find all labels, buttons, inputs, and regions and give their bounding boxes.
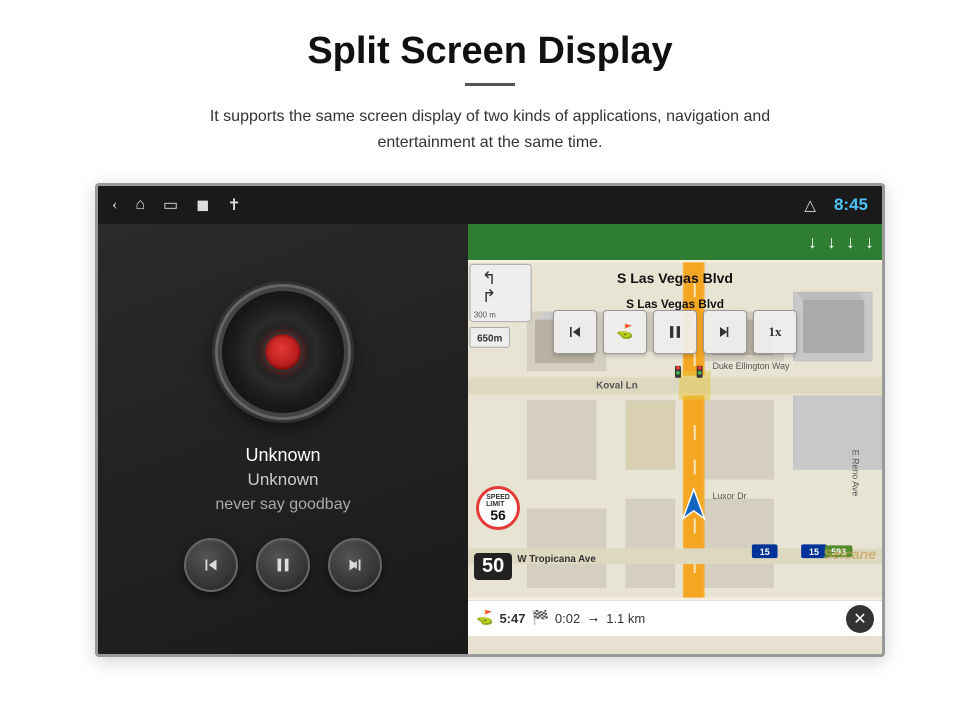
title-divider <box>465 83 515 86</box>
music-panel: Unknown Unknown never say goodbay <box>98 224 468 654</box>
prev-icon <box>200 554 222 576</box>
map-playback-controls: ⛳ 1x <box>468 310 882 354</box>
nav-end-flag: 🏁 <box>531 610 548 627</box>
map-next-icon <box>715 322 735 342</box>
usb-icon[interactable]: ✝ <box>227 195 240 215</box>
next-button[interactable] <box>328 538 382 592</box>
music-controls <box>184 538 382 592</box>
nav-arrow-3: ↓ <box>846 232 855 253</box>
home-icon[interactable]: ⌂ <box>135 196 145 214</box>
map-prev-button[interactable] <box>553 310 597 354</box>
split-panels: Unknown Unknown never say goodbay <box>98 224 882 654</box>
eject-icon[interactable]: △ <box>804 196 816 215</box>
svg-text:Duke Ellington Way: Duke Ellington Way <box>712 361 790 371</box>
nav-top-bar: ↓ ↓ ↓ ↓ <box>468 224 882 260</box>
svg-text:W Tropicana Ave: W Tropicana Ave <box>517 554 596 565</box>
svg-text:E Reno Ave: E Reno Ave <box>850 450 860 497</box>
road-number-badge: 50 <box>474 553 512 580</box>
road-name-label: S Las Vegas Blvd <box>468 270 882 286</box>
recent-icon[interactable]: ▭ <box>163 195 178 215</box>
back-icon[interactable]: ‹ <box>112 196 117 214</box>
nav-duration: 0:02 <box>555 611 580 626</box>
prev-button[interactable] <box>184 538 238 592</box>
album-art <box>218 287 348 417</box>
page-title: Split Screen Display <box>307 30 672 73</box>
status-time: 8:45 <box>834 195 868 215</box>
track-artist: Unknown <box>215 470 350 490</box>
watermark: Seicane <box>823 546 876 562</box>
next-icon <box>344 554 366 576</box>
nav-panel: ↓ ↓ ↓ ↓ <box>468 224 882 654</box>
track-title: Unknown <box>215 445 350 466</box>
nav-close-icon: ✕ <box>853 609 866 629</box>
map-pause-icon <box>665 322 685 342</box>
nav-bottom-bar: ⛳ 5:47 🏁 0:02 → 1.1 km ✕ <box>468 600 882 636</box>
map-speed-button[interactable]: 1x <box>753 310 797 354</box>
nav-close-button[interactable]: ✕ <box>846 605 874 633</box>
pause-icon <box>272 554 294 576</box>
map-flag-button[interactable]: ⛳ <box>603 310 647 354</box>
album-art-inner <box>263 332 303 372</box>
device-frame: ‹ ⌂ ▭ ◼ ✝ △ 8:45 Unknown Unknown never s… <box>95 183 885 657</box>
track-album: never say goodbay <box>215 496 350 514</box>
status-bar: ‹ ⌂ ▭ ◼ ✝ △ 8:45 <box>98 186 882 224</box>
map-flag-icon: ⛳ <box>616 324 633 341</box>
map-speed-label: 1x <box>769 324 782 340</box>
speed-label: SPEEDLIMIT <box>486 494 510 508</box>
nav-arrow-1: ↓ <box>808 232 817 253</box>
map-area: Koval Ln Duke Ellington Way Stable Rd Lu… <box>468 260 882 600</box>
svg-text:Koval Ln: Koval Ln <box>596 381 638 392</box>
page-description: It supports the same screen display of t… <box>180 104 800 155</box>
speed-number: 56 <box>490 508 506 522</box>
music-info: Unknown Unknown never say goodbay <box>215 445 350 514</box>
nav-start-flag: ⛳ <box>476 610 493 627</box>
nav-distance: 1.1 km <box>606 611 645 626</box>
nav-arrow-4: ↓ <box>865 232 874 253</box>
play-pause-button[interactable] <box>256 538 310 592</box>
nav-bottom-time: 5:47 <box>499 611 525 626</box>
map-next-button[interactable] <box>703 310 747 354</box>
svg-text:15: 15 <box>809 547 819 557</box>
image-icon[interactable]: ◼ <box>196 195 209 215</box>
nav-arrow-2: ↓ <box>827 232 836 253</box>
speed-limit-sign: SPEEDLIMIT 56 <box>476 486 520 530</box>
svg-text:Luxor Dr: Luxor Dr <box>712 491 746 501</box>
map-prev-icon <box>565 322 585 342</box>
svg-text:↱: ↱ <box>482 286 497 306</box>
map-pause-button[interactable] <box>653 310 697 354</box>
nav-dist-flag: → <box>586 611 600 627</box>
svg-text:S Las Vegas Blvd: S Las Vegas Blvd <box>626 297 724 311</box>
svg-text:15: 15 <box>760 547 770 557</box>
